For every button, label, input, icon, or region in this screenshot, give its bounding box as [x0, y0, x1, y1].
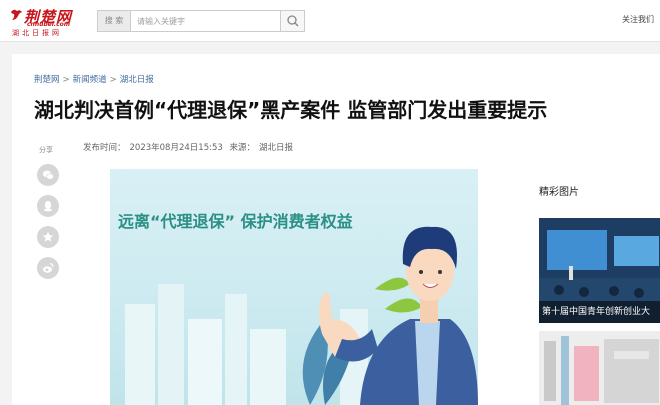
article-meta: 发布时间： 2023年08月24日15:53 来源： 湖北日报: [83, 141, 297, 153]
article-hero-image: 远离“代理退保” 保护消费者权益: [110, 169, 478, 405]
logo-tagline: 湖北日报网: [12, 29, 62, 37]
wechat-icon: [42, 170, 54, 180]
hero-caption: 远离“代理退保” 保护消费者权益: [118, 212, 353, 231]
share-wechat-button[interactable]: [37, 164, 59, 186]
publish-label: 发布时间：: [83, 143, 126, 153]
publish-time: 2023年08月24日15:53: [129, 143, 223, 153]
featured-picture[interactable]: [539, 331, 660, 405]
logo-bird-icon: [11, 9, 22, 20]
breadcrumb-separator: >: [109, 75, 117, 85]
hero-illustration: [125, 226, 478, 405]
search-button[interactable]: [280, 11, 304, 31]
search-input[interactable]: [132, 11, 279, 31]
qq-icon: [44, 201, 52, 212]
follow-us-link[interactable]: 关注我们: [622, 14, 654, 25]
breadcrumb-item[interactable]: 湖北日报: [120, 75, 154, 85]
search-category-select[interactable]: 搜 索: [98, 11, 131, 31]
featured-picture[interactable]: 第十届中国青年创新创业大: [539, 218, 660, 323]
featured-photo: [539, 331, 660, 405]
site-logo[interactable]: 荆楚网 cnhubei.com 湖北日报网: [10, 6, 76, 37]
search-icon: [287, 15, 299, 27]
breadcrumb-item[interactable]: 新闻频道: [73, 75, 107, 85]
breadcrumb-separator: >: [62, 75, 70, 85]
article-source[interactable]: 湖北日报: [259, 143, 293, 153]
share-favorite-button[interactable]: [37, 226, 59, 248]
share-weibo-button[interactable]: [37, 257, 59, 279]
breadcrumb: 荆楚网 > 新闻频道 > 湖北日报: [34, 73, 154, 85]
sidebar-title: 精彩图片: [539, 187, 579, 198]
star-icon: [42, 231, 54, 242]
top-header: 荆楚网 cnhubei.com 湖北日报网 搜 索 关注我们: [0, 0, 660, 42]
source-label: 来源：: [229, 143, 255, 153]
breadcrumb-item[interactable]: 荆楚网: [34, 75, 60, 85]
search-box: 搜 索: [97, 10, 305, 32]
share-qq-button[interactable]: [37, 195, 59, 217]
logo-domain: cnhubei.com: [27, 21, 71, 28]
article-title: 湖北判决首例“代理退保”黑产案件 监管部门发出重要提示: [34, 98, 548, 122]
weibo-icon: [43, 262, 54, 273]
share-label: 分享: [39, 146, 53, 154]
featured-picture-caption: 第十届中国青年创新创业大: [539, 301, 660, 323]
